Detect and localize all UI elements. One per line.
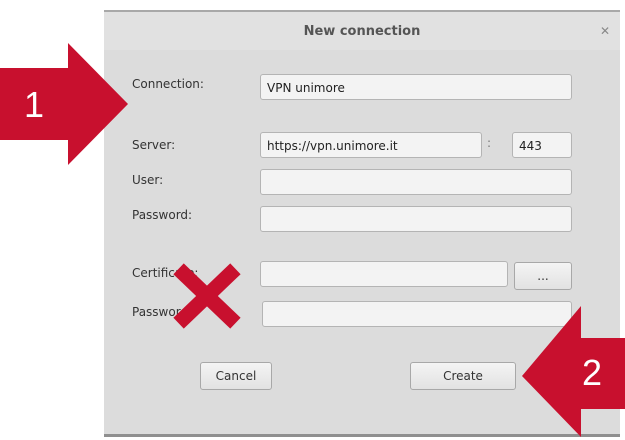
callout-arrow-right-shape xyxy=(0,43,128,165)
annotation-overlay xyxy=(0,43,625,437)
callout-number-2: 2 xyxy=(582,352,603,393)
callout-arrow-left-shape xyxy=(522,306,625,437)
callout-number-1: 1 xyxy=(24,84,45,125)
cross-mark-icon xyxy=(173,263,241,329)
